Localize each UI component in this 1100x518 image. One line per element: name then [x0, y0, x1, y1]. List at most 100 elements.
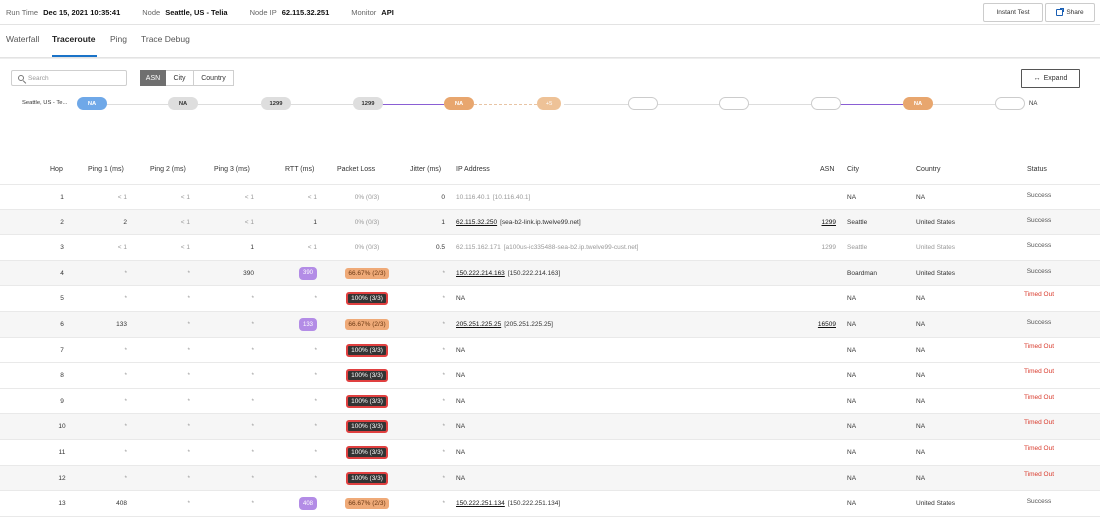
ip-address-link[interactable]: 62.115.162.171	[456, 244, 501, 251]
hop-cell: 6	[60, 321, 64, 328]
node-ip-value: 62.115.32.251	[281, 7, 330, 17]
col-status[interactable]: Status	[1027, 166, 1047, 173]
search-input[interactable]	[28, 74, 120, 82]
group-by-asn[interactable]: ASN	[140, 70, 166, 86]
city-cell: Seattle	[847, 244, 868, 252]
asn-link[interactable]: 16509	[818, 321, 836, 328]
table-row[interactable]: 2 2 < 1 < 1 1 0% (0/3) 1 62.115.32.250 [sea-b2-l…	[0, 209, 1100, 236]
search-box[interactable]	[11, 70, 127, 86]
status-text: Timed Out	[1023, 470, 1055, 478]
jitter-cell: 1	[441, 218, 445, 226]
rtt-cell: 1	[313, 218, 317, 226]
monitor-label: Monitor	[351, 7, 377, 17]
country-cell: NA	[916, 346, 926, 354]
asn-link[interactable]: 1299	[822, 244, 836, 251]
table-row[interactable]: 12 * * * * 100% (3/3) * NA NA NA Timed Out	[0, 465, 1100, 492]
country-cell: NA	[916, 372, 926, 380]
col-city[interactable]: City	[847, 166, 859, 173]
asn-cell: 1299	[800, 235, 836, 260]
tab-ping[interactable]: Ping	[110, 34, 127, 44]
table-row[interactable]: 7 * * * * 100% (3/3) * NA NA NA Timed Out	[0, 338, 1100, 364]
path-node[interactable]: NA	[77, 97, 107, 110]
status-text: Timed Out	[1023, 368, 1055, 376]
path-node[interactable]	[811, 97, 841, 110]
packet-loss-badge: 100% (3/3)	[346, 446, 388, 459]
run-time: Run Time Dec 15, 2021 10:35:41	[6, 8, 120, 17]
tab-traceroute[interactable]: Traceroute	[52, 34, 95, 44]
country-cell: NA	[916, 449, 926, 456]
ip-address-link[interactable]: 10.116.40.1	[456, 194, 490, 201]
path-node[interactable]: 1299	[261, 97, 291, 110]
packet-loss-badge: 100% (3/3)	[346, 343, 388, 357]
path-node[interactable]: NA	[168, 97, 198, 110]
rtt-cell: < 1	[307, 194, 317, 201]
table-row[interactable]: 9 * * * * 100% (3/3) * NA NA NA Timed Out	[0, 389, 1100, 415]
ip-address-link[interactable]: 150.222.214.163	[456, 270, 505, 277]
rtt-badge: 390	[299, 266, 317, 280]
ping1-cell: 133	[116, 321, 127, 328]
ip-address-link[interactable]: 205.251.225.25	[456, 321, 501, 328]
table-row[interactable]: 11 * * * * 100% (3/3) * NA NA NA Timed Out	[0, 440, 1100, 466]
ip-address-link[interactable]: 62.115.32.250	[456, 219, 497, 226]
path-link	[656, 104, 720, 105]
path-node[interactable]	[628, 97, 658, 110]
jitter-cell: *	[442, 346, 445, 354]
col-packet-loss[interactable]: Packet Loss	[337, 166, 375, 173]
table-row[interactable]: 1 < 1 < 1 < 1 < 1 0% (0/3) 0 10.116.40.1 [10.116…	[0, 184, 1100, 210]
ping2-cell: < 1	[180, 194, 190, 201]
ping1-cell: *	[124, 397, 127, 405]
col-ip-address[interactable]: IP Address	[456, 166, 490, 173]
col-jitter[interactable]: Jitter (ms)	[410, 166, 441, 173]
expand-button[interactable]: ↔ Expand	[1021, 69, 1080, 88]
packet-loss-cell: 0% (0/3)	[327, 185, 407, 210]
jitter-cell: *	[442, 295, 445, 303]
path-node[interactable]	[995, 97, 1025, 110]
rtt-cell: *	[314, 423, 317, 431]
table-row[interactable]: 3 < 1 < 1 1 < 1 0% (0/3) 0.5 62.115.162.171 [a10…	[0, 235, 1100, 261]
col-ping1[interactable]: Ping 1 (ms)	[88, 166, 124, 173]
asn-cell	[800, 286, 836, 311]
hop-cell: 1	[60, 194, 64, 201]
city-cell: Seattle	[847, 218, 868, 226]
packet-loss-badge: 100% (3/3)	[346, 369, 388, 383]
city-cell: NA	[847, 295, 857, 303]
share-button[interactable]: Share	[1045, 3, 1095, 22]
asn-cell	[800, 491, 836, 516]
ping2-cell: *	[187, 423, 190, 431]
ping3-cell: < 1	[244, 218, 254, 226]
hop-cell: 10	[58, 423, 66, 431]
col-asn[interactable]: ASN	[820, 166, 834, 173]
status-text: Success	[1026, 498, 1052, 506]
tab-trace-debug[interactable]: Trace Debug	[141, 34, 190, 44]
table-row[interactable]: 6 133 * * 133 66.67% (2/3) * 205.251.225.25 [205…	[0, 312, 1100, 338]
table-row[interactable]: 13 408 * * 408 66.67% (2/3) * 150.222.251.134 [1…	[0, 491, 1100, 517]
table-row[interactable]: 4 * * 390 390 66.67% (2/3) * 150.222.214.163 [15…	[0, 260, 1100, 287]
packet-loss-cell: 66.67% (2/3)	[327, 312, 407, 337]
jitter-cell: *	[442, 321, 445, 328]
collapsed-hops-node[interactable]: +5	[537, 97, 561, 110]
status-text: Timed Out	[1023, 291, 1055, 299]
table-row[interactable]: 8 * * * * 100% (3/3) * NA NA NA Timed Out	[0, 363, 1100, 389]
table-row[interactable]: 5 * * * * 100% (3/3) * NA NA NA Timed Out	[0, 286, 1100, 312]
path-link	[106, 104, 169, 105]
ip-address-link[interactable]: 150.222.251.134	[456, 500, 505, 507]
path-node[interactable]: NA	[444, 97, 474, 110]
asn-cell	[800, 363, 836, 388]
group-by-country[interactable]: Country	[194, 70, 234, 86]
tab-waterfall[interactable]: Waterfall	[6, 34, 39, 44]
col-rtt[interactable]: RTT (ms)	[285, 166, 314, 173]
path-node[interactable]: NA	[903, 97, 933, 110]
group-by-city[interactable]: City	[166, 70, 194, 86]
status-text: Success	[1026, 242, 1052, 250]
packet-loss-cell: 66.67% (2/3)	[327, 261, 407, 286]
table-row[interactable]: 10 * * * * 100% (3/3) * NA NA NA Timed Out	[0, 414, 1100, 440]
path-node[interactable]: 1299	[353, 97, 383, 110]
instant-test-button[interactable]: Instant Test	[983, 3, 1043, 22]
col-ping2[interactable]: Ping 2 (ms)	[150, 166, 186, 173]
asn-link[interactable]: 1299	[822, 219, 836, 226]
col-ping3[interactable]: Ping 3 (ms)	[214, 166, 250, 173]
col-hop[interactable]: Hop	[50, 166, 63, 173]
packet-loss-badge: 100% (3/3)	[346, 420, 388, 434]
col-country[interactable]: Country	[916, 166, 941, 173]
path-node[interactable]	[719, 97, 749, 110]
